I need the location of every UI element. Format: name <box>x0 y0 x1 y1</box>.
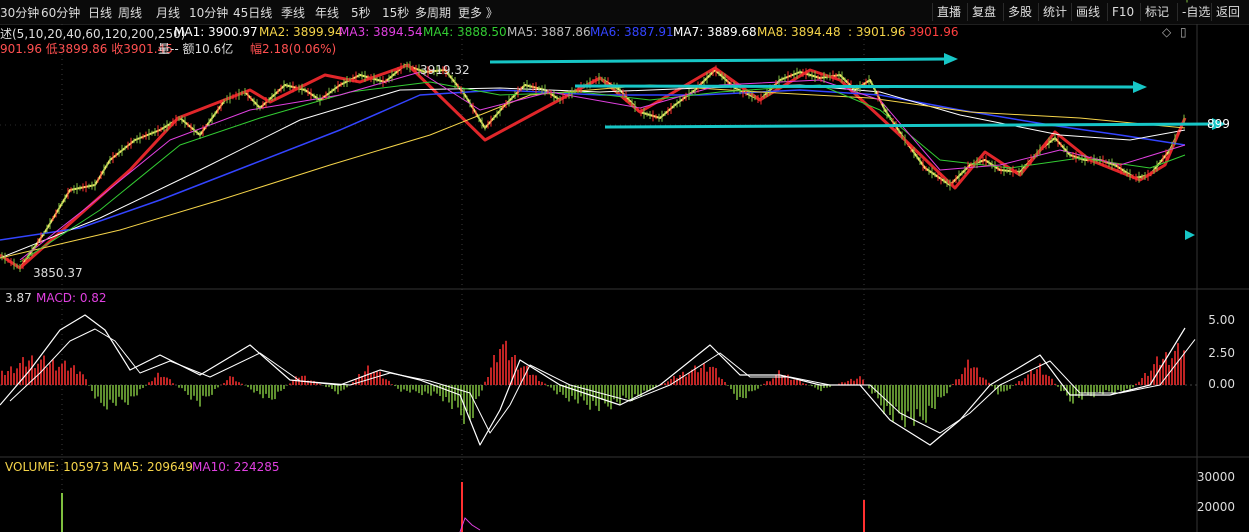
volume-axis-30000: 30000 <box>1196 470 1235 484</box>
macd-diff-label: 3.87 <box>5 291 32 305</box>
macd-axis-2.5: 2.50 <box>1208 346 1235 360</box>
macd-axis-5: 5.00 <box>1208 313 1235 327</box>
macd-dea-line <box>9 328 1196 434</box>
arrow-top-shaft <box>489 57 947 64</box>
low-price-label: 3850.37 <box>33 266 83 280</box>
trend-line-red <box>0 63 1187 270</box>
arrow-middle-shaft <box>574 84 1136 89</box>
macd-value-label: MACD: 0.82 <box>36 291 107 305</box>
current-price-label: 899 <box>1207 117 1230 131</box>
price-marker-triangle <box>1185 230 1195 240</box>
volume-label: VOLUME: 105973 <box>5 460 109 474</box>
diamond-icon[interactable]: ◇ <box>1162 25 1171 39</box>
kline-chart[interactable] <box>0 0 1249 532</box>
macd-axis-0: 0.00 <box>1208 377 1235 391</box>
high-price-label: 3919.32 <box>420 63 470 77</box>
arrow-middle-head <box>1133 81 1147 93</box>
arrow-bottom-shaft <box>604 122 1215 129</box>
ma3-line <box>19 71 1186 261</box>
macd-dif-line <box>0 314 1186 446</box>
volume-axis-20000: 20000 <box>1196 500 1235 514</box>
volume-ma10-label: MA10: 224285 <box>192 460 280 474</box>
volume-ma5-label: MA5: 209649 <box>113 460 193 474</box>
arrow-top-head <box>944 53 958 65</box>
panel-toggle-icon[interactable]: ▯ <box>1180 25 1187 39</box>
